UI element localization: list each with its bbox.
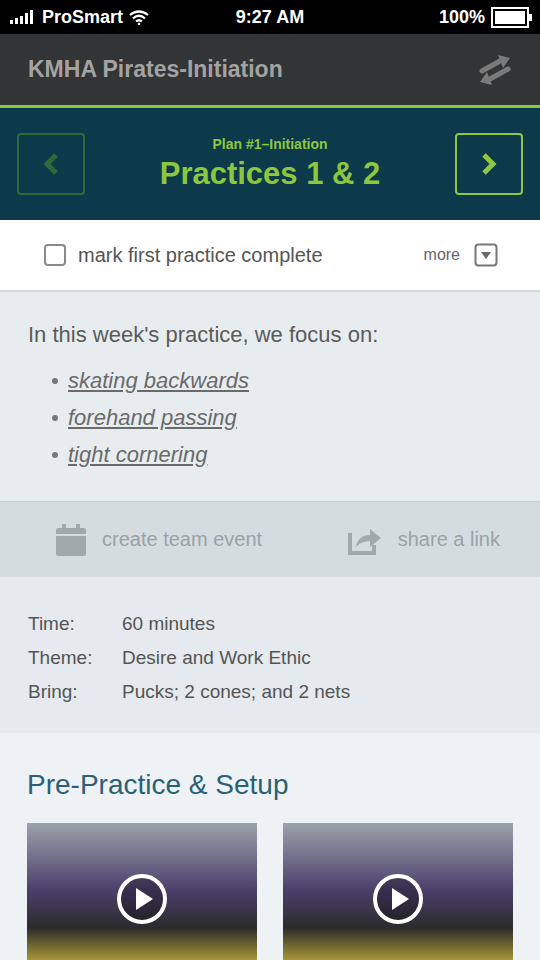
focus-list: skating backwards forehand passing tight c… [28,362,512,473]
chevron-right-icon [480,152,498,176]
status-bar: ProSmart 9:27 AM 100% [0,0,540,34]
focus-item: tight cornering [52,436,512,473]
play-icon [116,873,168,925]
focus-item: forehand passing [52,399,512,436]
calendar-icon [56,524,86,556]
carrier: ProSmart [42,7,123,28]
checkbox-box[interactable] [44,244,66,266]
focus-item: skating backwards [52,362,512,399]
practice-title: Practices 1 & 2 [160,156,381,192]
chevron-left-icon [42,152,60,176]
switch-icon[interactable] [476,55,514,85]
info-row: Time:60 minutes [28,607,512,641]
screen: ProSmart 9:27 AM 100% KMHA Pirates-Initiati… [0,0,540,960]
setup-section: Pre-Practice & Setup [0,733,540,960]
signal-icon [10,10,36,24]
action-button[interactable]: share a link [348,525,500,555]
focus-intro: In this week's practice, we focus on: [28,322,512,348]
video-thumbnail[interactable] [283,823,513,960]
more-button[interactable]: more [424,243,498,267]
app-header: KMHA Pirates-Initiation [0,34,540,108]
plan-nav: Plan #1–Initiation Practices 1 & 2 [0,108,540,220]
share-icon [348,525,382,555]
complete-checkbox[interactable]: mark first practice complete [44,244,323,267]
focus-link[interactable]: forehand passing [68,405,237,431]
dropdown-icon [474,243,498,267]
plan-label: Plan #1–Initiation [160,136,381,152]
info-row: Theme:Desire and Work Ethic [28,641,512,675]
practice-info: Time:60 minutesTheme:Desire and Work Eth… [0,577,540,733]
complete-row: mark first practice complete more [0,220,540,292]
focus-section: In this week's practice, we focus on: ska… [0,292,540,502]
next-button[interactable] [455,133,523,195]
prev-button[interactable] [17,133,85,195]
action-bar: create team event share a link [0,502,540,577]
focus-link[interactable]: tight cornering [68,442,207,468]
action-button[interactable]: create team event [56,524,262,556]
clock: 9:27 AM [236,7,304,28]
battery-icon [491,7,532,28]
play-icon [372,873,424,925]
battery-reading: 100% [439,7,485,28]
wifi-icon [129,10,149,25]
focus-link[interactable]: skating backwards [68,368,249,394]
team-title: KMHA Pirates-Initiation [28,56,283,83]
info-row: Bring:Pucks; 2 cones; and 2 nets [28,675,512,709]
section-title: Pre-Practice & Setup [27,769,513,801]
video-thumbnail[interactable] [27,823,257,960]
